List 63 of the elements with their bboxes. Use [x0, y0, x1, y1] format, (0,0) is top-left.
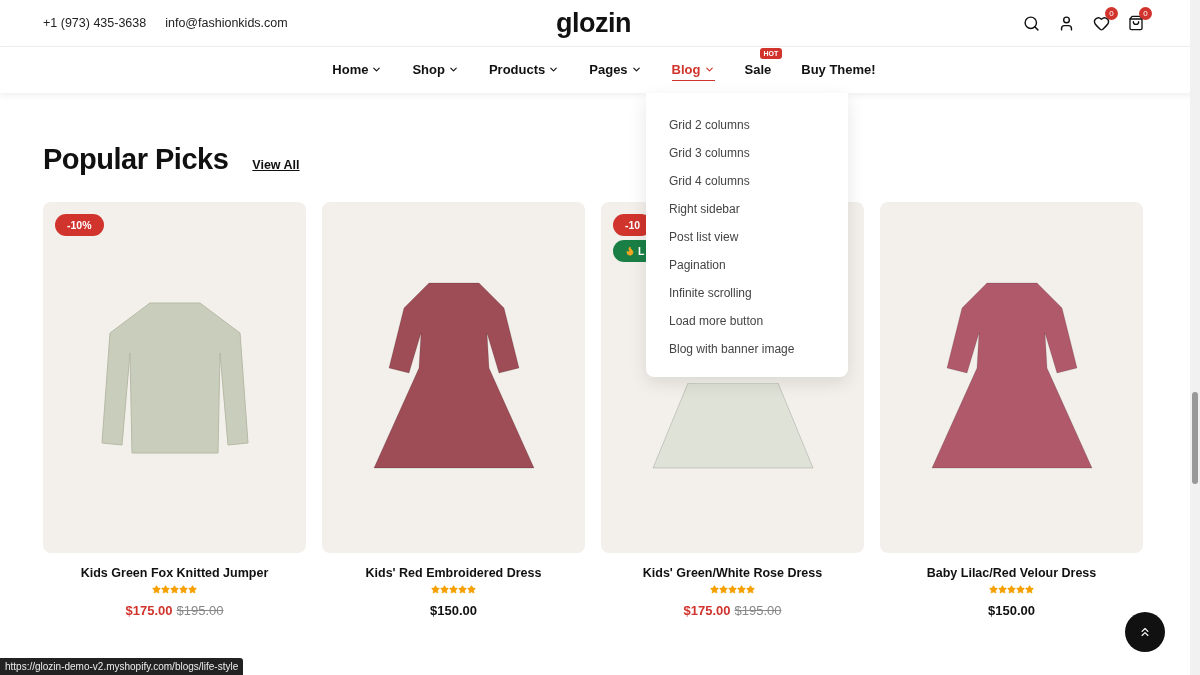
star-icon	[431, 585, 440, 594]
star-icon	[728, 585, 737, 594]
star-icon	[1016, 585, 1025, 594]
price: $150.00	[988, 603, 1035, 618]
menu-item[interactable]: Grid 4 columns	[669, 167, 848, 195]
email-address: info@fashionkids.com	[165, 16, 288, 30]
menu-item[interactable]: Post list view	[669, 223, 848, 251]
section-title: Popular Picks	[43, 143, 229, 176]
view-all-link[interactable]: View All	[252, 158, 300, 172]
nav-link[interactable]: Buy Theme!	[801, 59, 876, 81]
nav-link[interactable]: Sale	[744, 59, 772, 81]
star-icon	[710, 585, 719, 594]
logo[interactable]: glozin	[556, 7, 631, 39]
star-icon	[458, 585, 467, 594]
nav-link[interactable]: Shop	[412, 59, 459, 81]
price: $175.00	[125, 603, 173, 618]
star-icon	[152, 585, 161, 594]
nav-link[interactable]: Home	[332, 59, 383, 81]
wishlist-count: 0	[1105, 6, 1118, 20]
star-icon	[170, 585, 179, 594]
menu-item[interactable]: Infinite scrolling	[669, 279, 848, 307]
star-icon	[1007, 585, 1016, 594]
product-photo[interactable]	[322, 202, 585, 553]
star-icon	[719, 585, 728, 594]
menu-item[interactable]: Load more button	[669, 307, 848, 335]
bag-icon[interactable]	[1128, 15, 1144, 31]
product-name[interactable]: Kids' Green/White Rose Dress	[642, 566, 823, 580]
chevrons-up-icon	[1138, 625, 1152, 639]
phone-number: +1 (973) 435-3638	[43, 16, 147, 30]
star-icon	[188, 585, 197, 594]
search-icon[interactable]	[1023, 14, 1040, 32]
nav-link[interactable]: Products	[488, 59, 560, 81]
nav-link[interactable]: Blog	[671, 59, 715, 81]
product-name[interactable]: Kids Green Fox Knitted Jumper	[80, 566, 269, 580]
user-icon[interactable]	[1058, 14, 1075, 32]
star-icon	[1025, 585, 1034, 594]
menu-item[interactable]: Grid 2 columns	[669, 111, 848, 139]
old-price: $195.00	[734, 603, 782, 618]
old-price: $195.00	[176, 603, 224, 618]
star-icon	[161, 585, 170, 594]
star-icon	[737, 585, 746, 594]
menu-item[interactable]: Grid 3 columns	[669, 139, 848, 167]
back-to-top-button[interactable]	[1125, 612, 1165, 652]
discount-badge: -10%	[55, 214, 104, 236]
status-url: https://glozin-demo-v2.myshopify.com/blogs/life-style	[0, 658, 244, 675]
star-icon	[746, 585, 755, 594]
product-photo[interactable]	[880, 202, 1143, 553]
product-photo[interactable]: -10%	[43, 202, 306, 553]
heart-icon[interactable]	[1093, 14, 1110, 32]
menu-item[interactable]: Pagination	[669, 251, 848, 279]
price: $175.00	[683, 603, 731, 618]
nav-link[interactable]: Pages	[589, 59, 642, 81]
menu-item[interactable]: Blog with banner image	[669, 335, 848, 363]
star-icon	[449, 585, 458, 594]
star-icon	[998, 585, 1007, 594]
star-icon	[179, 585, 188, 594]
cart-count: 0	[1139, 7, 1152, 20]
product-name[interactable]: Baby Lilac/Red Velour Dress	[926, 566, 1097, 580]
star-icon	[467, 585, 476, 594]
star-icon	[440, 585, 449, 594]
price: $150.00	[430, 603, 477, 618]
star-icon	[989, 585, 998, 594]
product-name[interactable]: Kids' Red Embroidered Dress	[365, 566, 542, 580]
